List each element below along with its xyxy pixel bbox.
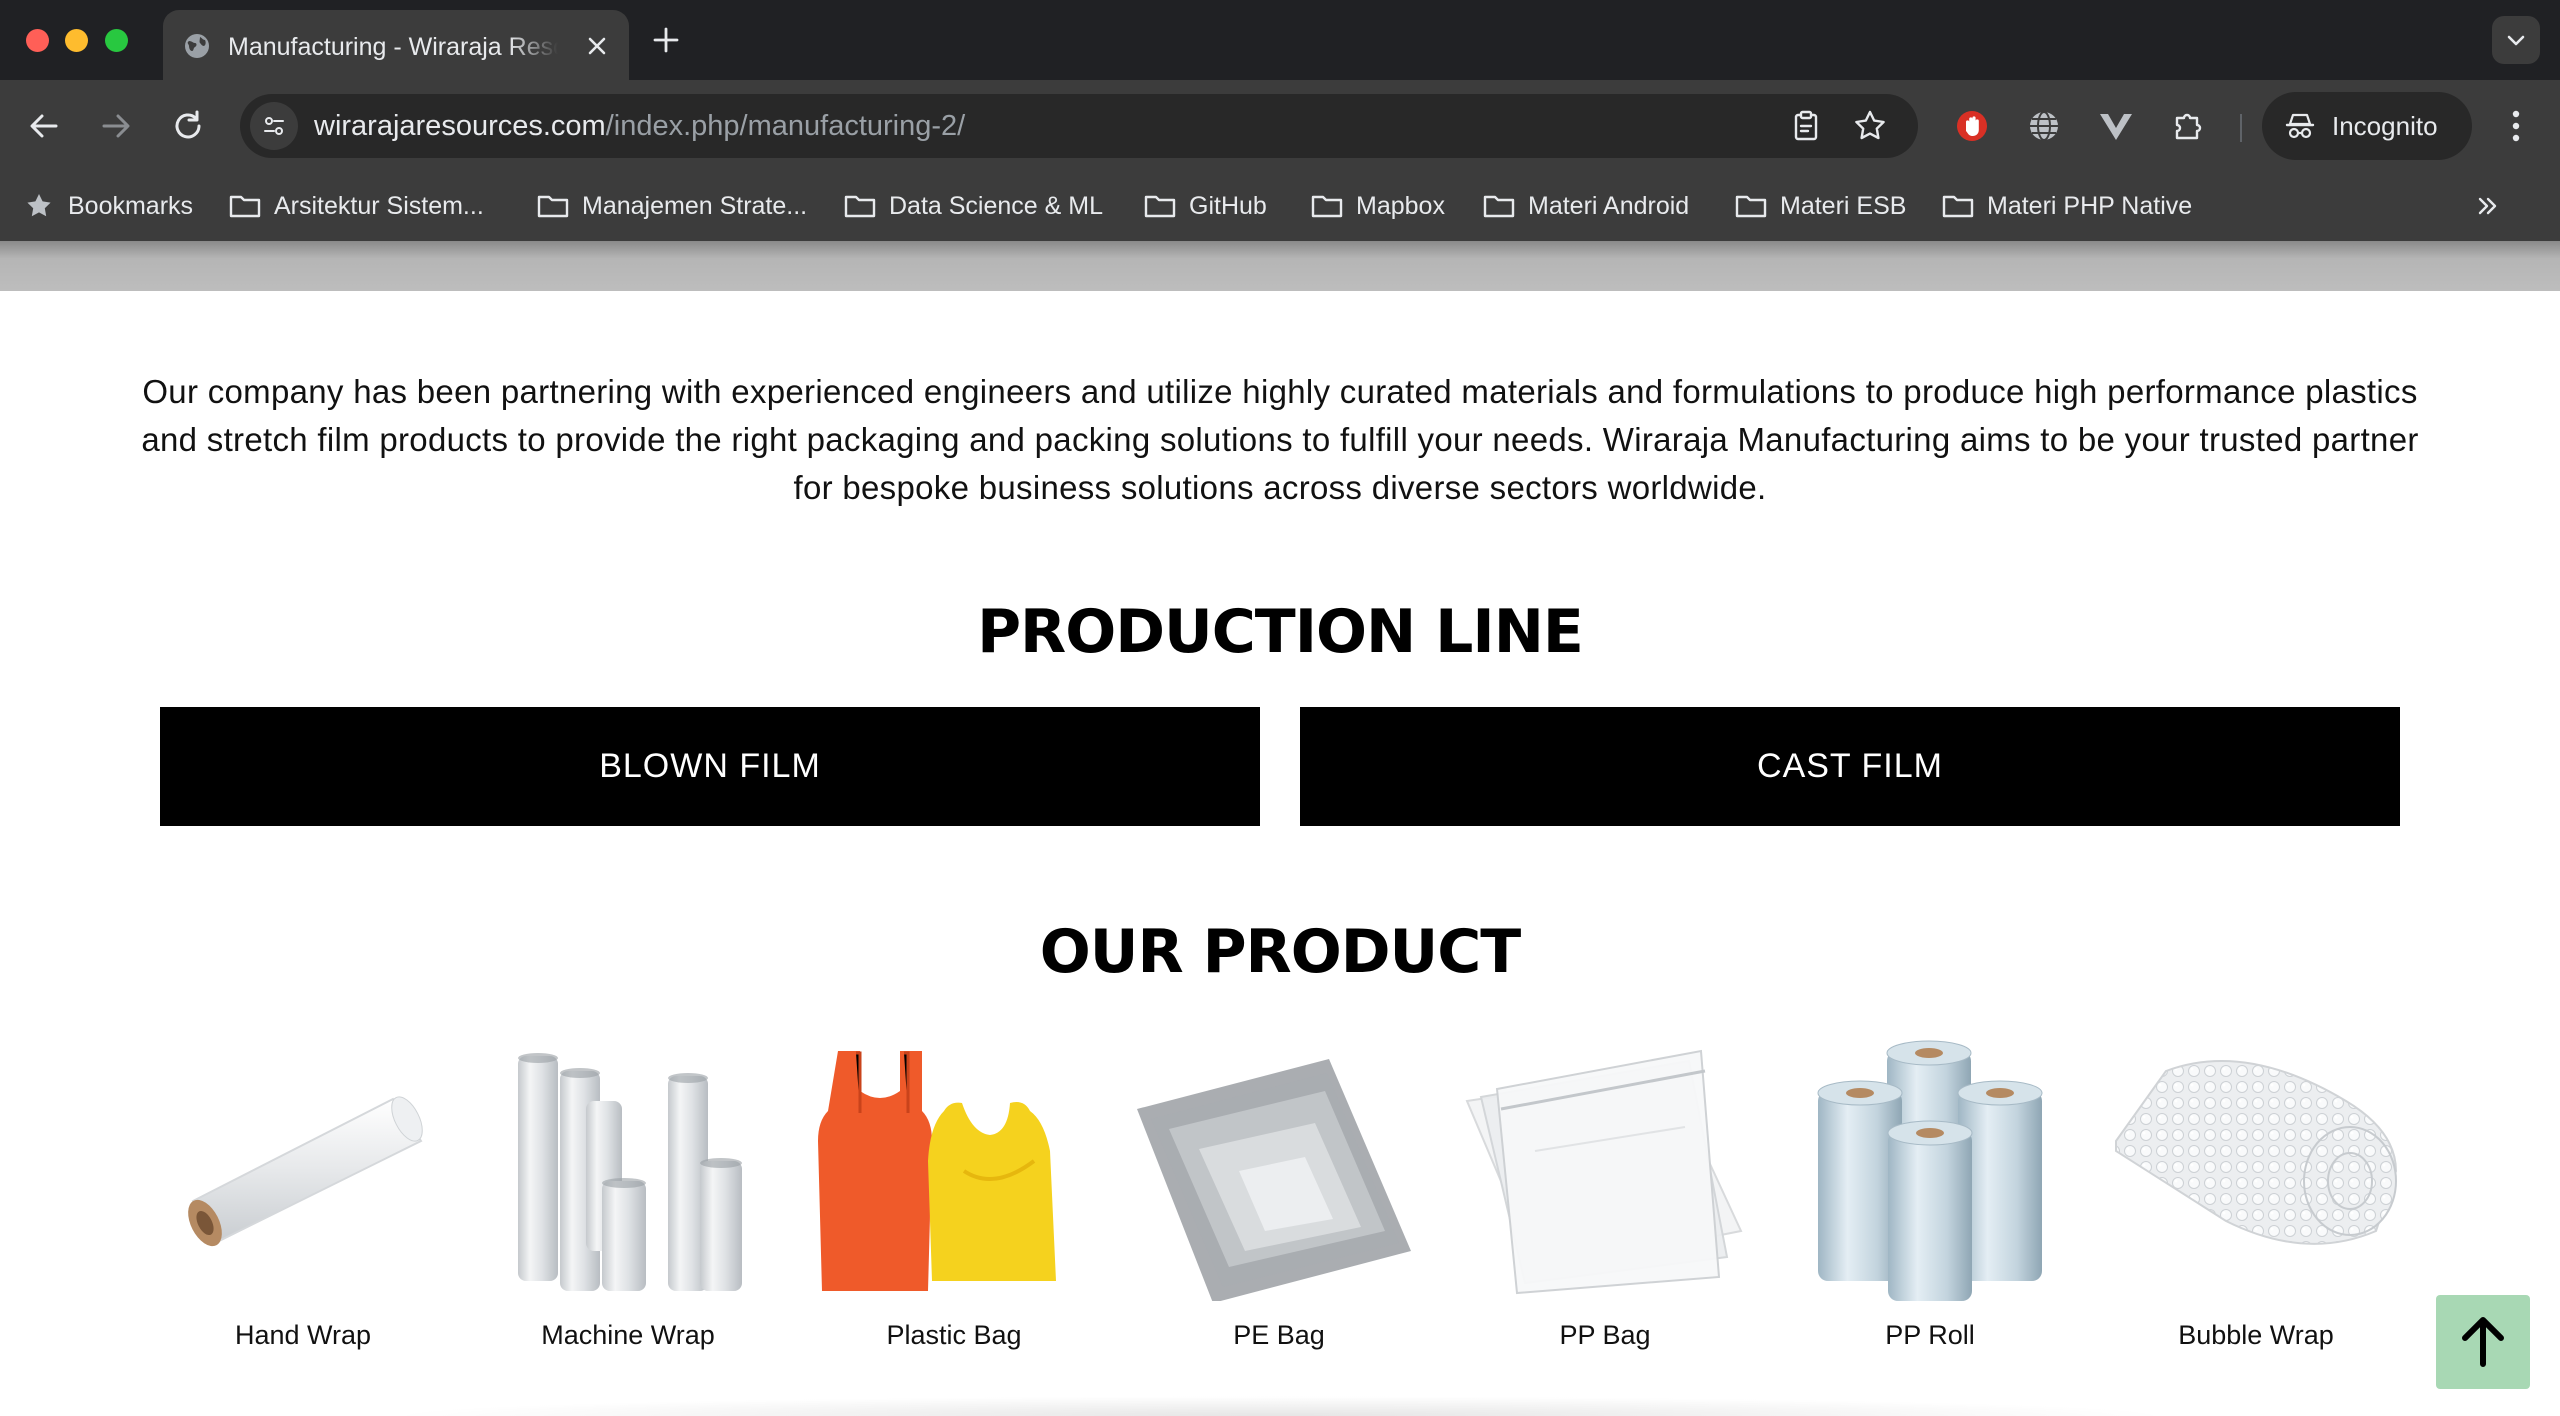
tab-title: Manufacturing - Wiraraja Resources [228,33,558,61]
vue-devtools-extension-icon[interactable] [2096,106,2136,146]
globe-extension-icon[interactable] [2024,106,2064,146]
address-bar[interactable]: wirarajaresources.com/index.php/manufact… [240,94,1918,158]
bookmark-label: Arsitektur Sistem... [274,192,484,220]
chevron-down-icon [2507,35,2525,46]
maximize-window-button[interactable] [105,29,128,52]
bookmark-folder-data-science[interactable]: Data Science & ML [843,186,1133,226]
product-label: PP Bag [1559,1320,1651,1350]
reload-icon[interactable] [166,104,210,148]
blown-film-button[interactable]: BLOWN FILM [160,707,1260,826]
site-info-button[interactable] [250,102,298,150]
url-path: /index.php/manufacturing-2/ [605,110,966,142]
folder-icon [1311,195,1343,218]
bookmark-label: Manajemen Strate... [582,192,808,220]
pe-bag-image [1137,1059,1411,1301]
minimize-window-button[interactable] [65,29,88,52]
bookmark-label: Materi PHP Native [1987,192,2193,220]
product-label: Machine Wrap [541,1320,715,1350]
extensions-puzzle-icon[interactable] [2168,106,2208,146]
bookmark-label: Bookmarks [68,192,194,220]
bookmark-folder-arsitektur[interactable]: Arsitektur Sistem... [228,186,518,226]
bookmark-label: Materi ESB [1780,192,1907,220]
product-label: PP Roll [1885,1320,1975,1350]
active-tab[interactable]: Manufacturing - Wiraraja Resources [163,10,629,80]
back-to-top-button[interactable] [2436,1295,2530,1389]
folder-icon [1942,195,1974,218]
product-label: Hand Wrap [234,1320,372,1350]
product-label: Bubble Wrap [2178,1320,2334,1350]
incognito-profile-button[interactable]: Incognito [2262,92,2472,160]
product-card-hand-wrap[interactable]: Hand Wrap [153,1031,453,1361]
url-text[interactable]: wirarajaresources.com/index.php/manufact… [314,108,965,144]
bookmark-folder-mapbox[interactable]: Mapbox [1310,186,1480,226]
toolbar: wirarajaresources.com/index.php/manufact… [0,80,2560,172]
folder-icon [229,195,261,218]
our-product-heading: OUR PRODUCT [1039,917,1521,987]
folder-icon [1483,195,1515,218]
double-chevron-right-icon[interactable] [2472,190,2504,222]
tune-icon [264,117,284,135]
pp-bag-image [1465,1049,1743,1295]
product-label: PE Bag [1233,1320,1325,1350]
pp-roll-image [1817,1040,2043,1301]
folder-icon [1144,195,1176,218]
bookmark-label: Data Science & ML [889,192,1103,220]
ad-blocker-extension-icon[interactable] [1952,106,1992,146]
globe-icon [185,34,209,58]
tab-strip: Manufacturing - Wiraraja Resources [0,0,2560,80]
production-line-heading: PRODUCTION LINE [977,597,1584,667]
new-tab-icon[interactable] [650,24,682,56]
bookmark-folder-materi-android[interactable]: Materi Android [1482,186,1722,226]
product-label: Plastic Bag [886,1320,1022,1350]
close-window-button[interactable] [26,29,49,52]
hero-image-bottom [0,241,2560,291]
back-arrow-icon[interactable] [22,104,66,148]
bookmark-label: Materi Android [1528,192,1690,220]
bubble-wrap-image [2115,1060,2398,1245]
folder-icon [537,195,569,218]
bookmark-folder-materi-esb[interactable]: Materi ESB [1734,186,1934,226]
plastic-bag-image [818,1051,1056,1291]
product-card-plastic-bag[interactable]: Plastic Bag [804,1031,1104,1361]
arrow-up-icon [2462,1317,2504,1367]
card-shadow [380,1396,2180,1416]
folder-icon [1735,195,1767,218]
intro-paragraph: Our company has been partnering with exp… [141,373,2419,506]
bookmark-folder-materi-php[interactable]: Materi PHP Native [1941,186,2221,226]
web-page: Our company has been partnering with exp… [0,241,2560,1416]
profile-label: Incognito [2332,111,2438,141]
bookmarks-bar: Bookmarks Arsitektur Sistem... Manajemen… [0,172,2560,241]
product-card-bubble-wrap[interactable]: Bubble Wrap [2106,1031,2406,1361]
product-card-machine-wrap[interactable]: Machine Wrap [478,1031,778,1361]
product-card-pp-roll[interactable]: PP Roll [1780,1031,2080,1361]
product-card-pe-bag[interactable]: PE Bag [1129,1031,1429,1361]
folder-icon [844,195,876,218]
bookmark-folder-github[interactable]: GitHub [1143,186,1303,226]
cast-film-button[interactable]: CAST FILM [1300,707,2400,826]
url-host: wirarajaresources.com [314,110,606,142]
toolbar-separator [2240,114,2242,142]
hand-wrap-image [188,1096,423,1247]
incognito-icon [2285,113,2315,139]
close-tab-icon[interactable] [583,32,611,60]
more-menu-icon[interactable] [2494,102,2538,150]
bookmark-label: Mapbox [1356,192,1445,220]
forward-arrow-icon[interactable] [94,104,138,148]
bookmark-folder-manajemen[interactable]: Manajemen Strate... [536,186,836,226]
bookmark-label: GitHub [1189,192,1267,220]
bookmark-star-icon[interactable] [1852,108,1888,144]
clipboard-icon[interactable] [1788,108,1824,144]
tab-search-button[interactable] [2492,16,2540,64]
star-icon [27,194,51,217]
product-card-pp-bag[interactable]: PP Bag [1455,1031,1755,1361]
browser-chrome: Manufacturing - Wiraraja Resources [0,0,2560,241]
machine-wrap-image [518,1053,742,1291]
bookmark-all-bookmarks[interactable]: Bookmarks [24,186,204,226]
